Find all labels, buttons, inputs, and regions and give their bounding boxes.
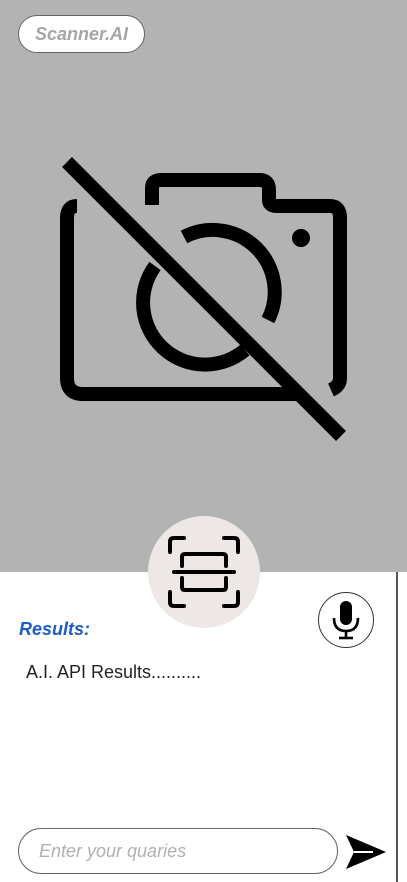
scan-button[interactable] bbox=[148, 516, 260, 628]
send-arrow-icon bbox=[346, 835, 386, 869]
panel-divider bbox=[396, 572, 398, 882]
results-output: A.I. API Results.......... bbox=[26, 662, 202, 682]
microphone-icon bbox=[332, 601, 360, 640]
scan-frame-icon bbox=[168, 536, 240, 608]
send-button[interactable] bbox=[344, 832, 388, 872]
voice-input-button[interactable] bbox=[318, 592, 374, 648]
brand-label: Scanner.AI bbox=[34, 23, 129, 44]
results-heading: Results: bbox=[19, 619, 91, 639]
brand-badge: Scanner.AI bbox=[18, 15, 145, 53]
camera-preview-area: Scanner.AI bbox=[0, 0, 407, 572]
camera-off-icon bbox=[60, 157, 347, 441]
query-input[interactable] bbox=[18, 828, 338, 874]
